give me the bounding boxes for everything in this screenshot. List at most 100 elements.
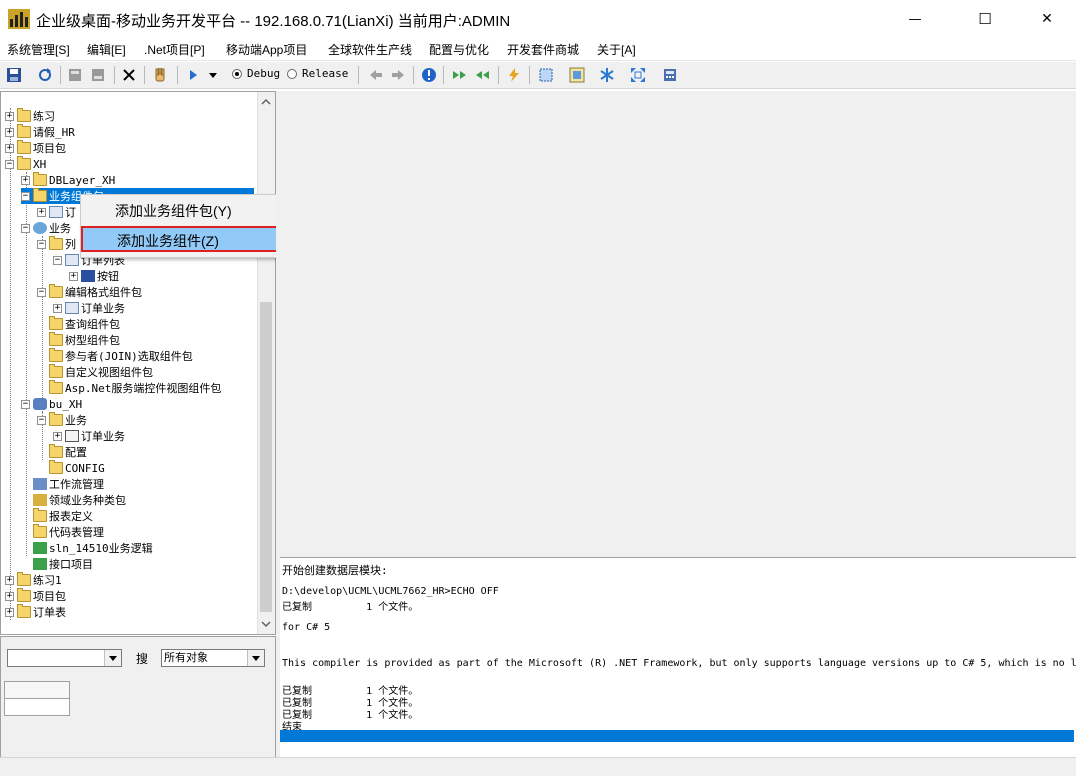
fullscreen-icon xyxy=(631,68,645,82)
build-button[interactable] xyxy=(505,66,523,84)
csharp-icon xyxy=(33,542,47,554)
folder-icon xyxy=(49,332,63,346)
menu-dev-store[interactable]: 开发套件商城 xyxy=(507,41,579,58)
tree-node[interactable]: 接口项目 xyxy=(21,556,93,572)
tree-node[interactable]: − 业务 xyxy=(21,220,71,236)
tree-node[interactable]: + 订单表 xyxy=(5,604,66,620)
tree-node[interactable]: 参与者(JOIN)选取组件包 xyxy=(37,348,193,364)
maximize-button[interactable]: ☐ xyxy=(962,0,1008,38)
calculator-icon xyxy=(664,69,676,81)
snowflake-button[interactable] xyxy=(598,66,616,84)
component-icon xyxy=(49,206,63,218)
result-grid-cell[interactable] xyxy=(4,698,70,716)
folder-icon xyxy=(49,412,63,426)
window-title: 企业级桌面-移动业务开发平台 -- 192.168.0.71(LianXi) 当… xyxy=(36,13,511,30)
folder-icon xyxy=(17,604,31,618)
menu-mobile-app[interactable]: 移动端App项目 xyxy=(226,41,307,58)
hand-button[interactable] xyxy=(151,66,169,84)
type-combo[interactable] xyxy=(7,649,122,667)
calculator-button[interactable] xyxy=(661,66,679,84)
tree-node[interactable]: + 练习1 xyxy=(5,572,62,588)
tree-node[interactable]: Asp.Net服务端控件视图组件包 xyxy=(37,380,221,396)
result-grid-header[interactable] xyxy=(4,681,70,699)
tree-node[interactable]: 领域业务种类包 xyxy=(21,492,126,508)
menu-net-project[interactable]: .Net项目[P] xyxy=(144,41,205,58)
move-up-button[interactable] xyxy=(66,66,84,84)
tree-node[interactable]: + 请假_HR xyxy=(5,124,75,140)
add-component-item[interactable]: 添加业务组件(Z) xyxy=(81,226,299,252)
close-button[interactable]: ✕ xyxy=(1024,0,1070,38)
tree-node[interactable]: − bu_XH xyxy=(21,396,82,412)
tree-node[interactable]: − XH xyxy=(5,156,46,172)
minimize-button[interactable]: — xyxy=(892,0,938,38)
tree-node[interactable]: CONFIG xyxy=(37,460,105,476)
select-button[interactable] xyxy=(537,66,555,84)
workflow-icon xyxy=(33,478,47,490)
add-component-package-item[interactable]: 添加业务组件包(Y) xyxy=(81,198,299,224)
menu-config[interactable]: 配置与优化 xyxy=(429,41,489,58)
project-tree[interactable]: + 练习 + 请假_HR + 项目包 − XH + DBLayer_XH − 业务组件包 +… xyxy=(0,91,276,635)
tree-node[interactable]: 树型组件包 xyxy=(37,332,120,348)
maximize-icon: ☐ xyxy=(978,10,992,28)
tree-node[interactable]: + 订单业务 xyxy=(53,428,125,444)
tree-scrollbar[interactable] xyxy=(257,92,275,634)
menu-about[interactable]: 关于[A] xyxy=(597,41,636,58)
search-panel: 搜 所有对象 xyxy=(0,636,276,775)
refresh-button[interactable] xyxy=(36,66,54,84)
delete-button[interactable] xyxy=(120,66,138,84)
expand-right-button[interactable] xyxy=(451,66,469,84)
back-button[interactable] xyxy=(367,66,385,84)
project-folder-icon xyxy=(17,108,31,122)
tree-node[interactable]: 查询组件包 xyxy=(37,316,120,332)
tree-node[interactable]: + 按钮 xyxy=(69,268,119,284)
tree-node[interactable]: 配置 xyxy=(37,444,87,460)
tree-node[interactable]: − 列 xyxy=(37,236,76,252)
fullscreen-button[interactable] xyxy=(629,66,647,84)
tree-node[interactable]: sln_14510业务逻辑 xyxy=(21,540,153,556)
menu-system[interactable]: 系统管理[S] xyxy=(7,41,70,58)
tree-node[interactable]: − 编辑格式组件包 xyxy=(37,284,142,300)
info-button[interactable] xyxy=(420,66,438,84)
output-panel[interactable]: 开始创建数据层模块: D:\develop\UCML\UCML7662_HR>E… xyxy=(280,557,1076,757)
image-button[interactable] xyxy=(568,66,586,84)
select-frame-icon xyxy=(539,68,553,82)
output-selection-bar xyxy=(280,730,1074,742)
tree-node[interactable]: + 项目包 xyxy=(5,140,66,156)
menu-global-software[interactable]: 全球软件生产线 xyxy=(328,41,412,58)
expand-left-button[interactable] xyxy=(474,66,492,84)
debug-radio[interactable] xyxy=(232,69,242,79)
scope-combo[interactable]: 所有对象 xyxy=(161,649,265,667)
tree-node[interactable]: + DBLayer_XH xyxy=(21,172,115,188)
folder-icon xyxy=(33,524,47,538)
folder-icon xyxy=(49,364,63,378)
tree-node[interactable]: + 订单业务 xyxy=(53,300,125,316)
menu-edit[interactable]: 编辑[E] xyxy=(87,41,126,58)
folder-icon xyxy=(49,284,63,298)
title-bar: 企业级桌面-移动业务开发平台 -- 192.168.0.71(LianXi) 当… xyxy=(0,0,1076,38)
tree-node[interactable]: 代码表管理 xyxy=(21,524,104,540)
save-button[interactable] xyxy=(5,66,23,84)
menu-bar: 系统管理[S] 编辑[E] .Net项目[P] 移动端App项目 全球软件生产线… xyxy=(0,38,1076,61)
chevron-down-icon xyxy=(209,73,217,78)
run-button[interactable] xyxy=(184,66,202,84)
project-folder-icon xyxy=(17,124,31,138)
tree-node[interactable]: + 练习 xyxy=(5,108,55,124)
tree-node[interactable]: + 订 xyxy=(37,204,76,220)
tree-node[interactable]: 报表定义 xyxy=(21,508,93,524)
editor-area[interactable] xyxy=(282,91,1076,555)
component-package-icon xyxy=(33,188,47,202)
tree-node[interactable]: + 项目包 xyxy=(5,588,66,604)
tree-node[interactable]: 工作流管理 xyxy=(21,476,104,492)
tree-node[interactable]: − 业务 xyxy=(37,412,87,428)
forward-button[interactable] xyxy=(389,66,407,84)
output-line: 已复制 1 个文件。 xyxy=(282,710,419,721)
run-dropdown-button[interactable] xyxy=(204,66,222,84)
scroll-thumb[interactable] xyxy=(260,302,272,612)
dblayer-icon xyxy=(33,172,47,186)
component-icon xyxy=(65,302,79,314)
chevron-down-icon xyxy=(109,656,117,661)
release-radio[interactable] xyxy=(287,69,297,79)
context-menu: 添加业务组件包(Y) 添加业务组件(Z) xyxy=(80,194,302,258)
move-down-button[interactable] xyxy=(89,66,107,84)
tree-node[interactable]: 自定义视图组件包 xyxy=(37,364,153,380)
